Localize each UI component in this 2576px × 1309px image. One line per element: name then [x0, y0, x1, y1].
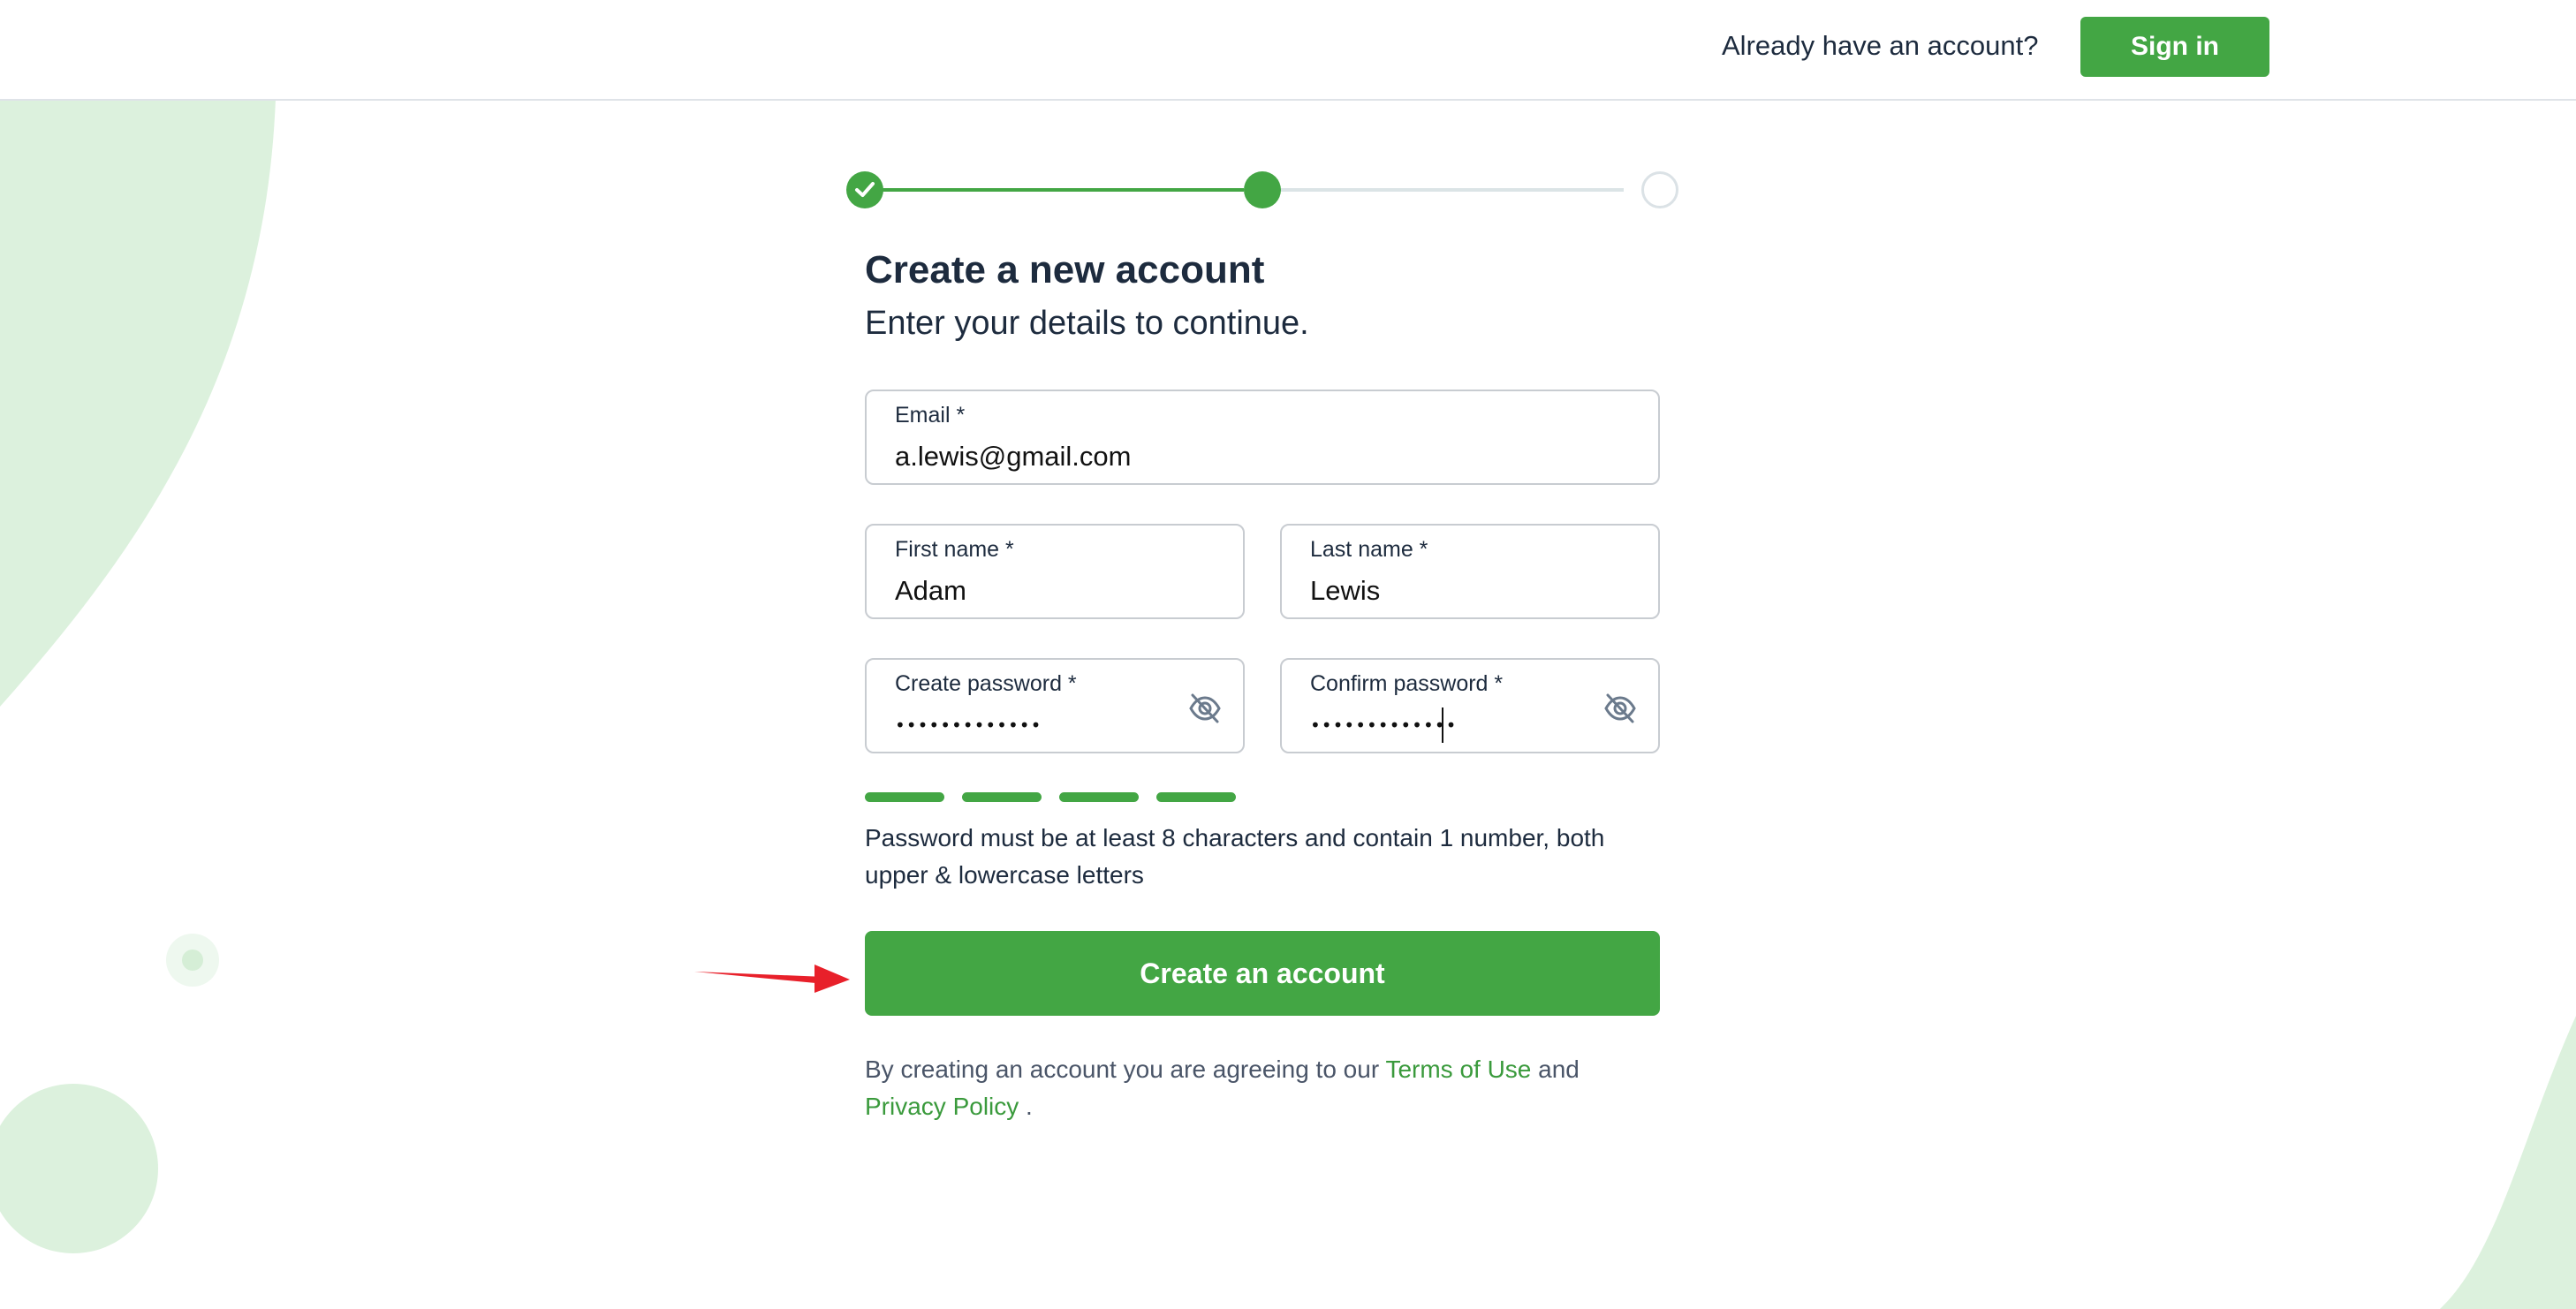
already-have-account-text: Already have an account? [1722, 30, 2039, 61]
page-title: Create a new account [865, 248, 1265, 291]
signup-page: Already have an account? Sign in Create … [0, 0, 2576, 1309]
eye-off-icon [1189, 693, 1221, 723]
email-field[interactable]: Email * [865, 390, 1660, 485]
top-header: Already have an account? Sign in [0, 0, 2576, 101]
create-password-input[interactable] [895, 707, 1165, 743]
decor-blob-left [0, 99, 276, 707]
stepper-step-1-complete [846, 171, 883, 208]
decor-dot [182, 950, 203, 971]
signup-form: Create a new account Enter your details … [865, 244, 1660, 1120]
terms-suffix: . [1026, 1093, 1033, 1120]
sign-in-button[interactable]: Sign in [2080, 17, 2269, 77]
toggle-password-visibility-button[interactable] [1186, 690, 1224, 727]
confirm-password-label: Confirm password * [1310, 671, 1504, 696]
confirm-password-field[interactable]: Confirm password * [1280, 658, 1660, 753]
email-input[interactable] [895, 439, 1580, 474]
create-password-label: Create password * [895, 671, 1077, 696]
confirm-password-input[interactable] [1310, 707, 1580, 743]
create-password-field[interactable]: Create password * [865, 658, 1245, 753]
page-subtitle: Enter your details to continue. [865, 305, 1309, 342]
decor-blob-right [2440, 1016, 2576, 1309]
last-name-input[interactable] [1310, 573, 1580, 609]
terms-conjunction: and [1538, 1056, 1580, 1083]
stepper-step-3-upcoming [1641, 171, 1678, 208]
terms-prefix: By creating an account you are agreeing … [865, 1056, 1380, 1083]
stepper-step-2-current [1244, 171, 1281, 208]
password-requirements-text: Password must be at least 8 characters a… [865, 824, 1605, 889]
first-name-field[interactable]: First name * [865, 524, 1245, 619]
terms-of-use-link[interactable]: Terms of Use [1385, 1056, 1531, 1083]
strength-segment [1059, 792, 1139, 802]
create-account-button[interactable]: Create an account [865, 931, 1660, 1016]
terms-notice: By creating an account you are agreeing … [865, 1051, 1660, 1125]
last-name-field[interactable]: Last name * [1280, 524, 1660, 619]
annotation-arrow-icon [694, 965, 850, 993]
progress-stepper [846, 170, 1678, 210]
checkmark-icon [855, 182, 875, 197]
first-name-label: First name * [895, 537, 1014, 562]
email-label: Email * [895, 403, 966, 428]
decor-circle [0, 1084, 158, 1253]
stepper-line-complete [882, 188, 1244, 192]
eye-off-icon [1604, 693, 1636, 723]
first-name-input[interactable] [895, 573, 1165, 609]
strength-segment [1156, 792, 1236, 802]
privacy-policy-link[interactable]: Privacy Policy [865, 1093, 1019, 1120]
stepper-line-upcoming [1261, 188, 1624, 192]
text-cursor [1442, 707, 1443, 743]
toggle-confirm-password-visibility-button[interactable] [1602, 690, 1639, 727]
strength-segment [962, 792, 1042, 802]
last-name-label: Last name * [1310, 537, 1428, 562]
strength-segment [865, 792, 944, 802]
